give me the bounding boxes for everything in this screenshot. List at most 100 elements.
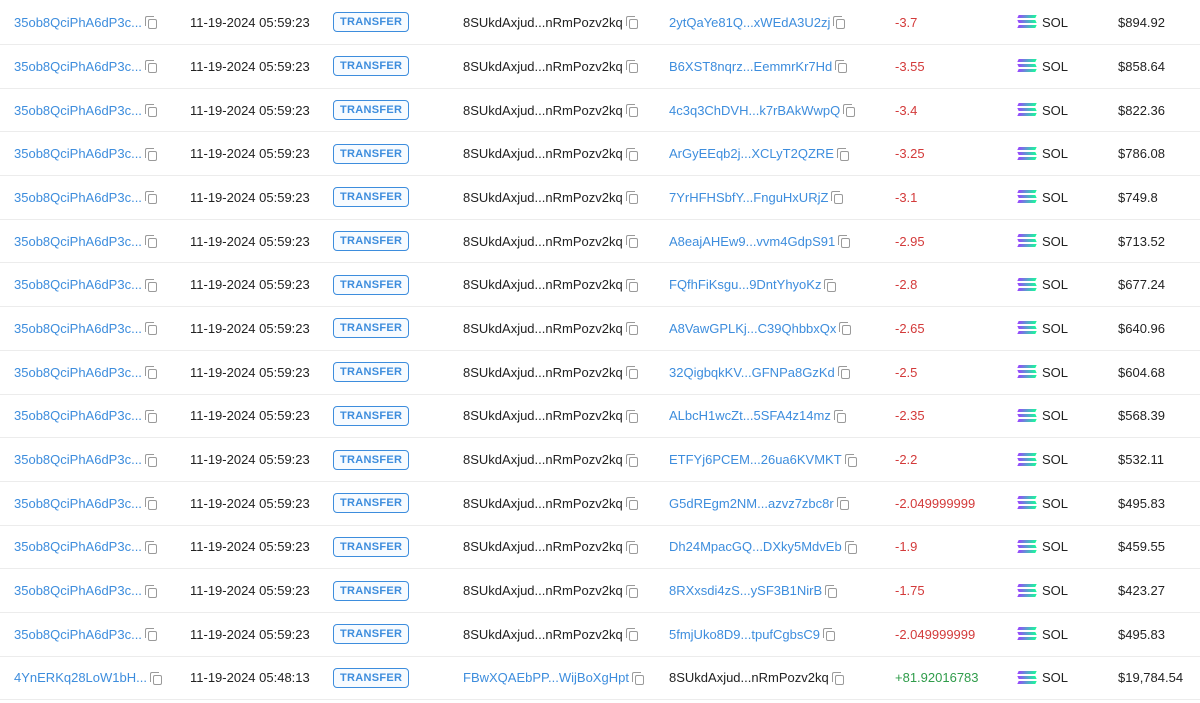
copy-icon[interactable] (838, 235, 851, 249)
token-symbol[interactable]: SOL (1042, 670, 1068, 685)
copy-icon[interactable] (831, 191, 844, 205)
signature-link[interactable]: 35ob8QciPhA6dP3c... (14, 277, 142, 292)
copy-icon[interactable] (144, 366, 157, 380)
copy-icon[interactable] (833, 16, 846, 29)
token-symbol[interactable]: SOL (1042, 452, 1068, 467)
copy-icon[interactable] (625, 366, 638, 380)
to-address[interactable]: ETFYj6PCEM...26ua6KVMKT (669, 452, 842, 467)
token-symbol[interactable]: SOL (1042, 146, 1068, 161)
to-address[interactable]: B6XST8nqrz...EemmrKr7Hd (669, 59, 832, 74)
copy-icon[interactable] (833, 409, 846, 423)
copy-icon[interactable] (625, 628, 638, 642)
copy-icon[interactable] (144, 584, 157, 598)
copy-icon[interactable] (625, 278, 638, 292)
copy-icon[interactable] (625, 16, 638, 29)
copy-icon[interactable] (144, 540, 157, 554)
to-address[interactable]: A8eajAHEw9...vvm4GdpS91 (669, 234, 835, 249)
copy-icon[interactable] (144, 322, 157, 336)
token-symbol[interactable]: SOL (1042, 59, 1068, 74)
token-cell: SOL (1017, 132, 1068, 175)
copy-icon[interactable] (144, 628, 157, 642)
token-symbol[interactable]: SOL (1042, 277, 1068, 292)
to-address[interactable]: 4c3q3ChDVH...k7rBAkWwpQ (669, 103, 840, 118)
copy-icon[interactable] (144, 16, 157, 29)
copy-icon[interactable] (625, 497, 638, 511)
copy-icon[interactable] (149, 671, 162, 685)
token-symbol[interactable]: SOL (1042, 539, 1068, 554)
token-symbol[interactable]: SOL (1042, 321, 1068, 336)
copy-icon[interactable] (625, 104, 638, 118)
copy-icon[interactable] (625, 409, 638, 423)
token-symbol[interactable]: SOL (1042, 627, 1068, 642)
signature-link[interactable]: 35ob8QciPhA6dP3c... (14, 365, 142, 380)
copy-icon[interactable] (625, 147, 638, 161)
token-symbol[interactable]: SOL (1042, 583, 1068, 598)
token-symbol[interactable]: SOL (1042, 496, 1068, 511)
copy-icon[interactable] (144, 235, 157, 249)
signature-link[interactable]: 35ob8QciPhA6dP3c... (14, 627, 142, 642)
copy-icon[interactable] (837, 366, 850, 380)
copy-icon[interactable] (625, 453, 638, 467)
copy-icon[interactable] (144, 104, 157, 118)
signature-link[interactable]: 35ob8QciPhA6dP3c... (14, 539, 142, 554)
signature-link[interactable]: 35ob8QciPhA6dP3c... (14, 59, 142, 74)
action-badge: TRANSFER (333, 449, 410, 470)
copy-icon[interactable] (625, 540, 638, 554)
copy-icon[interactable] (144, 278, 157, 292)
copy-icon[interactable] (144, 60, 157, 74)
to-address[interactable]: G5dREgm2NM...azvz7zbc8r (669, 496, 834, 511)
signature-link[interactable]: 35ob8QciPhA6dP3c... (14, 408, 142, 423)
signature-link[interactable]: 35ob8QciPhA6dP3c... (14, 103, 142, 118)
copy-icon[interactable] (835, 60, 848, 74)
signature-link[interactable]: 35ob8QciPhA6dP3c... (14, 496, 142, 511)
token-symbol[interactable]: SOL (1042, 365, 1068, 380)
to-address[interactable]: 8RXxsdi4zS...ySF3B1NirB (669, 583, 822, 598)
signature-link[interactable]: 4YnERKq28LoW1bH... (14, 670, 147, 685)
copy-icon[interactable] (825, 584, 838, 598)
to-address[interactable]: Dh24MpacGQ...DXky5MdvEb (669, 539, 842, 554)
token-symbol[interactable]: SOL (1042, 103, 1068, 118)
copy-icon[interactable] (839, 322, 852, 336)
signature-link[interactable]: 35ob8QciPhA6dP3c... (14, 583, 142, 598)
token-symbol[interactable]: SOL (1042, 408, 1068, 423)
to-address[interactable]: ALbcH1wcZt...5SFA4z14mz (669, 408, 831, 423)
copy-icon[interactable] (625, 584, 638, 598)
copy-icon[interactable] (144, 497, 157, 511)
to-address[interactable]: ArGyEEqb2j...XCLyT2QZRE (669, 146, 834, 161)
copy-icon[interactable] (144, 453, 157, 467)
signature-link[interactable]: 35ob8QciPhA6dP3c... (14, 234, 142, 249)
signature-link[interactable]: 35ob8QciPhA6dP3c... (14, 146, 142, 161)
copy-icon[interactable] (625, 60, 638, 74)
signature-link[interactable]: 35ob8QciPhA6dP3c... (14, 190, 142, 205)
to-address[interactable]: 32QigbqkKV...GFNPa8GzKd (669, 365, 835, 380)
token-symbol[interactable]: SOL (1042, 15, 1068, 30)
copy-icon[interactable] (836, 497, 849, 511)
copy-icon[interactable] (823, 628, 836, 642)
copy-icon[interactable] (631, 671, 644, 685)
copy-icon[interactable] (844, 453, 857, 467)
copy-icon[interactable] (625, 322, 638, 336)
copy-icon[interactable] (836, 147, 849, 161)
signature-link[interactable]: 35ob8QciPhA6dP3c... (14, 321, 142, 336)
copy-icon[interactable] (625, 191, 638, 205)
to-address[interactable]: 2ytQaYe81Q...xWEdA3U2zj (669, 15, 830, 30)
to-address[interactable]: 7YrHFHSbfY...FnguHxURjZ (669, 190, 828, 205)
copy-icon[interactable] (843, 104, 856, 118)
copy-icon[interactable] (831, 671, 844, 685)
copy-icon[interactable] (824, 278, 837, 292)
copy-icon[interactable] (144, 147, 157, 161)
copy-icon[interactable] (844, 540, 857, 554)
copy-icon[interactable] (144, 191, 157, 205)
to-address[interactable]: 5fmjUko8D9...tpufCgbsC9 (669, 627, 820, 642)
signature-link[interactable]: 35ob8QciPhA6dP3c... (14, 452, 142, 467)
to-address[interactable]: A8VawGPLKj...C39QhbbxQx (669, 321, 836, 336)
to-address[interactable]: FQfhFiKsgu...9DntYhyoKz (669, 277, 821, 292)
copy-icon[interactable] (144, 409, 157, 423)
token-symbol[interactable]: SOL (1042, 234, 1068, 249)
action-badge: TRANSFER (333, 580, 410, 601)
copy-icon[interactable] (625, 235, 638, 249)
signature-link[interactable]: 35ob8QciPhA6dP3c... (14, 15, 142, 30)
token-symbol[interactable]: SOL (1042, 190, 1068, 205)
to-cell: A8VawGPLKj...C39QhbbxQx (669, 307, 852, 350)
from-address[interactable]: FBwXQAEbPP...WijBoXgHpt (463, 670, 629, 685)
